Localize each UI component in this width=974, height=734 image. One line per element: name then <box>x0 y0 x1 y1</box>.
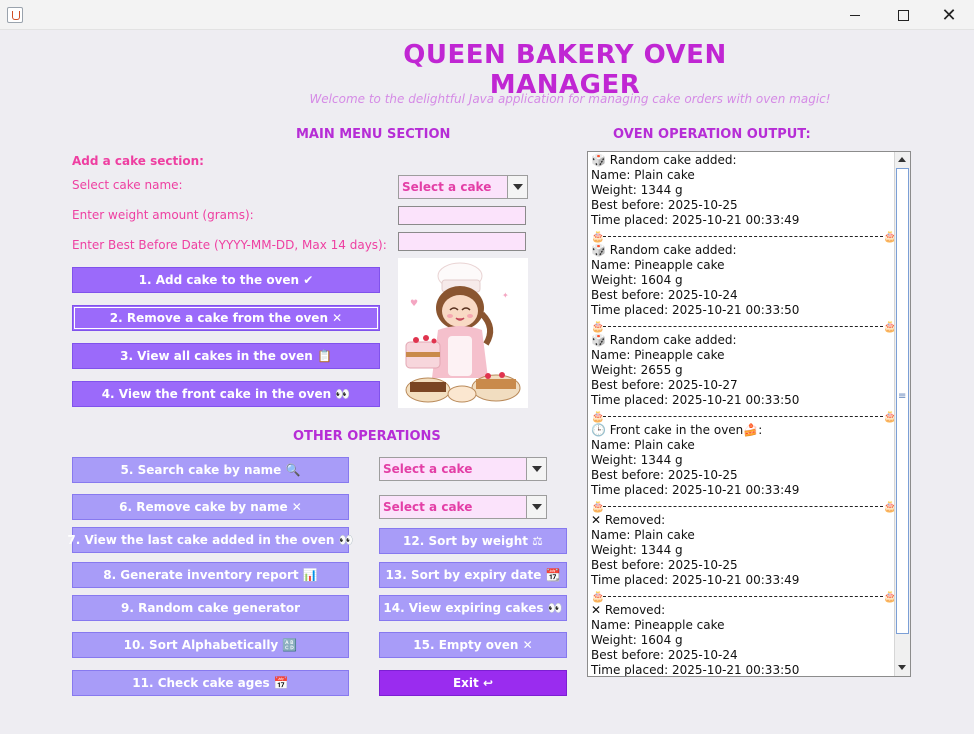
main-menu-heading: MAIN MENU SECTION <box>296 127 451 142</box>
best-before-input[interactable] <box>398 232 526 251</box>
close-button[interactable]: ✕ <box>926 0 972 30</box>
output-line: Weight: 1344 g <box>591 183 683 197</box>
output-line: Time placed: 2025-10-21 00:33:50 <box>591 303 800 317</box>
cake-name-label: Select cake name: <box>72 178 183 192</box>
random-cake-button[interactable]: 9. Random cake generator <box>72 595 349 621</box>
app-title: QUEEN BAKERY OVEN MANAGER <box>403 40 727 100</box>
svg-text:✦: ✦ <box>502 291 509 300</box>
output-heading: OVEN OPERATION OUTPUT: <box>613 127 811 142</box>
entry-separator: 🎂 🎂 <box>591 228 897 243</box>
output-line: 🎲 Random cake added: <box>591 243 737 257</box>
add-cake-heading: Add a cake section: <box>72 154 204 168</box>
output-log: 🎲 Random cake added: Name: Plain cake Weig… <box>591 153 897 677</box>
output-line: ✕ Removed: <box>591 603 666 617</box>
entry-separator: 🎂 🎂 <box>591 318 897 333</box>
remove-cake-by-name-button[interactable]: 6. Remove cake by name ✕ <box>72 494 349 520</box>
output-line: 🕒 Front cake in the oven🍰: <box>591 423 763 437</box>
output-line: Weight: 1344 g <box>591 543 683 557</box>
best-before-label: Enter Best Before Date (YYYY-MM-DD, Max … <box>72 238 387 252</box>
check-cake-ages-button[interactable]: 11. Check cake ages 📅 <box>72 670 349 696</box>
output-line: Name: Plain cake <box>591 528 695 542</box>
exit-button[interactable]: Exit ↩ <box>379 670 567 696</box>
view-front-cake-button[interactable]: 4. View the front cake in the oven 👀 <box>72 381 380 407</box>
output-scrollbar[interactable] <box>894 152 910 676</box>
output-text-area[interactable]: 🎲 Random cake added: Name: Plain cake Weig… <box>587 151 911 677</box>
dashed-divider <box>603 596 883 597</box>
svg-text:♥: ♥ <box>410 299 418 309</box>
output-line: Best before: 2025-10-25 <box>591 198 738 212</box>
cake-name-select[interactable]: Select a cake <box>398 175 528 199</box>
view-last-cake-button[interactable]: 7. View the last cake added in the oven … <box>67 527 354 553</box>
add-cake-button[interactable]: 1. Add cake to the oven ✔ <box>72 267 380 293</box>
output-line: Time placed: 2025-10-21 00:33:49 <box>591 573 800 587</box>
sort-by-weight-button[interactable]: 12. Sort by weight ⚖ <box>379 528 567 554</box>
close-icon: ✕ <box>941 4 957 26</box>
remove-cake-select[interactable]: Select a cake <box>379 495 547 519</box>
output-line: Time placed: 2025-10-21 00:33:50 <box>591 393 800 407</box>
output-line: 🎲 Random cake added: <box>591 333 737 347</box>
output-line: 🎲 Random cake added: <box>591 153 737 167</box>
search-cake-button[interactable]: 5. Search cake by name 🔍 <box>72 457 349 483</box>
output-line: ✕ Removed: <box>591 513 666 527</box>
sort-by-expiry-button[interactable]: 13. Sort by expiry date 📆 <box>379 562 567 588</box>
output-line: Best before: 2025-10-24 <box>591 648 738 662</box>
output-line: Best before: 2025-10-25 <box>591 468 738 482</box>
output-line: Best before: 2025-10-24 <box>591 288 738 302</box>
output-line: Weight: 1344 g <box>591 453 683 467</box>
output-line: Weight: 1604 g <box>591 633 683 647</box>
scroll-up-arrow-icon[interactable] <box>895 152 910 168</box>
entry-separator: 🎂 🎂 <box>591 408 897 423</box>
output-line: Weight: 2655 g <box>591 363 683 377</box>
empty-oven-button[interactable]: 15. Empty oven ✕ <box>379 632 567 658</box>
inventory-report-button[interactable]: 8. Generate inventory report 📊 <box>72 562 349 588</box>
scroll-down-arrow-icon[interactable] <box>895 660 910 676</box>
baker-illustration: ♥ ✦ <box>398 258 528 408</box>
other-operations-heading: OTHER OPERATIONS <box>293 429 441 444</box>
welcome-text: Welcome to the delightful Java applicati… <box>309 92 831 106</box>
remove-cake-button[interactable]: 2. Remove a cake from the oven ✕ <box>72 305 380 331</box>
chevron-down-icon[interactable] <box>507 176 527 198</box>
output-line: Best before: 2025-10-27 <box>591 378 738 392</box>
output-line: Time placed: 2025-10-21 00:33:49 <box>591 483 800 497</box>
entry-separator: 🎂 🎂 <box>591 498 897 513</box>
entry-separator: 🎂 🎂 <box>591 588 897 603</box>
dashed-divider <box>603 326 883 327</box>
minimize-icon <box>850 14 860 16</box>
maximize-button[interactable] <box>880 0 926 30</box>
maximize-icon <box>897 9 909 21</box>
chevron-down-icon[interactable] <box>526 496 546 518</box>
minimize-button[interactable] <box>832 0 878 30</box>
view-expiring-button[interactable]: 14. View expiring cakes 👀 <box>379 595 567 621</box>
output-line: Weight: 1604 g <box>591 273 683 287</box>
output-line: Name: Pineapple cake <box>591 348 725 362</box>
dashed-divider <box>603 506 883 507</box>
title-bar: ✕ <box>0 0 974 30</box>
dashed-divider <box>603 236 883 237</box>
view-all-cakes-button[interactable]: 3. View all cakes in the oven 📋 <box>72 343 380 369</box>
chevron-down-icon[interactable] <box>526 458 546 480</box>
output-line: Name: Plain cake <box>591 438 695 452</box>
output-line: Name: Pineapple cake <box>591 618 725 632</box>
output-line: Time placed: 2025-10-21 00:33:49 <box>591 213 800 227</box>
output-line: Time placed: 2025-10-21 00:33:50 <box>591 663 800 677</box>
output-line: Best before: 2025-10-25 <box>591 558 738 572</box>
weight-label: Enter weight amount (grams): <box>72 208 254 222</box>
search-cake-select[interactable]: Select a cake <box>379 457 547 481</box>
output-line: Name: Pineapple cake <box>591 258 725 272</box>
sort-alphabetically-button[interactable]: 10. Sort Alphabetically 🔠 <box>72 632 349 658</box>
cake-name-select-value: Select a cake <box>402 180 492 194</box>
search-cake-select-value: Select a cake <box>383 462 473 476</box>
output-line: Name: Plain cake <box>591 168 695 182</box>
scrollbar-thumb[interactable] <box>896 168 909 634</box>
java-app-icon <box>7 7 23 23</box>
weight-input[interactable] <box>398 206 526 225</box>
remove-cake-select-value: Select a cake <box>383 500 473 514</box>
dashed-divider <box>603 416 883 417</box>
